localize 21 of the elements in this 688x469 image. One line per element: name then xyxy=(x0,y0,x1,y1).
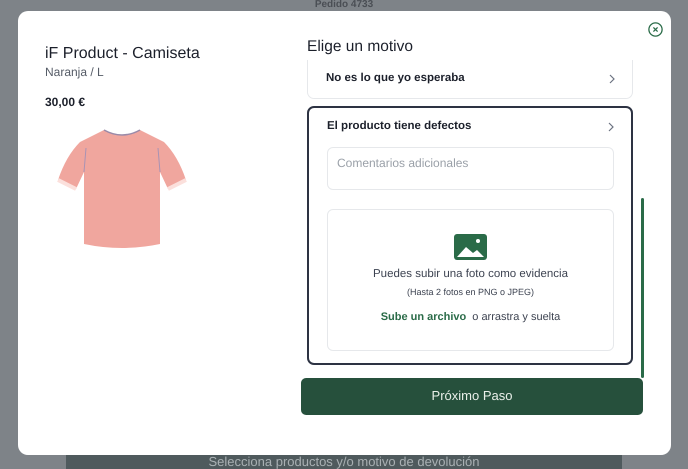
footer-bar: Selecciona productos y/o motivo de devolución xyxy=(66,455,622,469)
reason-option[interactable]: No es lo que yo esperaba xyxy=(307,60,633,99)
reason-option[interactable]: El producto tiene defectos Comentarios adicionales Puedes subir una foto como evidencia (Hasta 2 fotos en PNG o JPEG) Sube un archivo o arrastra y suelta xyxy=(307,106,633,365)
product-name: iF Product - Camiseta xyxy=(45,44,201,64)
reason-label: No es lo que yo esperaba xyxy=(326,71,465,86)
upload-hint: (Hasta 2 fotos en PNG o JPEG) xyxy=(406,286,534,300)
upload-link[interactable]: Sube un archivo xyxy=(380,310,466,323)
upload-dropzone[interactable]: Puedes subir una foto como evidencia (Hasta 2 fotos en PNG o JPEG) Sube un archivo o arrastra y suelta xyxy=(327,208,614,351)
tshirt-icon xyxy=(56,128,188,250)
product-price: 30,00 € xyxy=(45,94,86,112)
product-variant: Naranja / L xyxy=(45,64,105,82)
image-icon xyxy=(454,234,487,260)
next-step-button[interactable]: Próximo Paso xyxy=(301,378,643,415)
chevron-right-icon xyxy=(608,122,614,132)
reason-label: El producto tiene defectos xyxy=(327,119,472,134)
drag-drop-text: o arrastra y suelta xyxy=(472,310,560,323)
comments-field[interactable]: Comentarios adicionales xyxy=(327,146,614,190)
chevron-right-icon xyxy=(609,74,615,84)
upload-instructions: Puedes subir una foto como evidencia xyxy=(373,266,568,282)
section-heading: Elige un motivo xyxy=(307,38,414,57)
scrollbar-thumb[interactable] xyxy=(641,198,644,378)
